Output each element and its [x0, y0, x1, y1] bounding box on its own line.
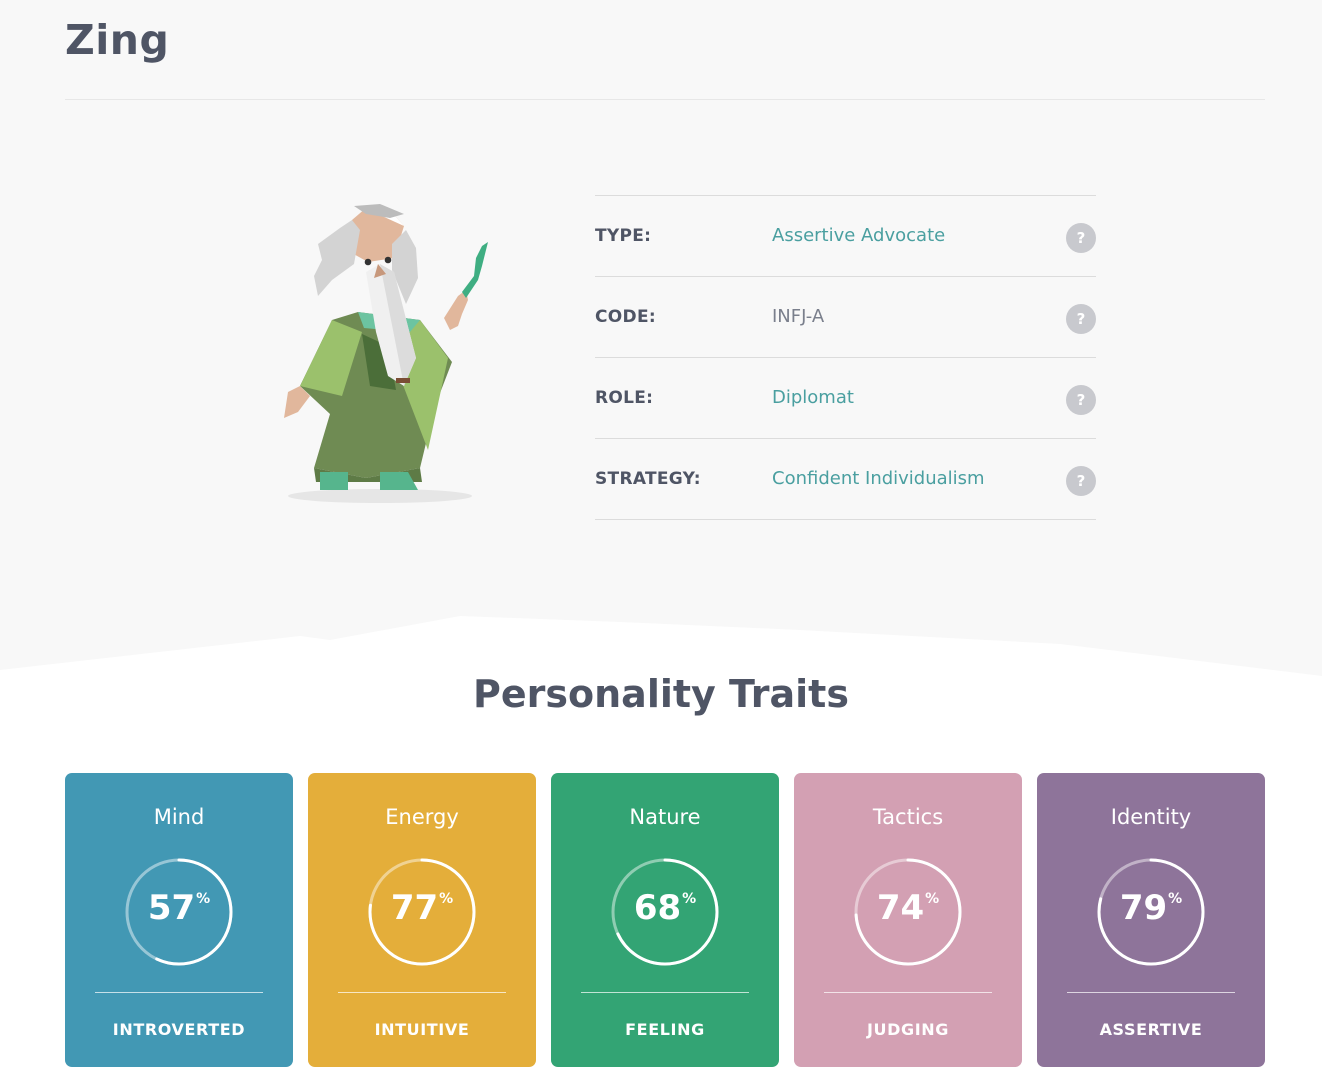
header-divider [65, 99, 1265, 100]
card-divider [95, 992, 263, 993]
percent-sign: % [1168, 890, 1183, 907]
trait-percent-value: 79% [1037, 888, 1265, 928]
percent-number: 68 [633, 888, 682, 928]
percent-number: 57 [147, 888, 196, 928]
trait-card-category: Nature [629, 805, 701, 829]
percent-sign: % [196, 890, 211, 907]
percent-sign: % [925, 890, 940, 907]
type-label: TYPE: [595, 226, 652, 246]
trait-card-trait: FEELING [625, 1020, 705, 1039]
profile-name: Zing [65, 16, 170, 64]
trait-card-category: Identity [1110, 805, 1192, 829]
strategy-value-link[interactable]: Confident Individualism [772, 468, 985, 489]
section-wave-divider [0, 616, 1322, 680]
card-divider [581, 992, 749, 993]
help-icon[interactable]: ? [1066, 385, 1096, 415]
card-divider [1067, 992, 1235, 993]
info-row-type: TYPE: Assertive Advocate ? [595, 196, 1096, 277]
trait-percent-value: 68% [551, 888, 779, 928]
percent-sign: % [682, 890, 697, 907]
trait-card-energy[interactable]: Energy 77% INTUITIVE [308, 773, 536, 1067]
trait-card-mind[interactable]: Mind 57% INTROVERTED [65, 773, 293, 1067]
type-value-link[interactable]: Assertive Advocate [772, 225, 945, 246]
personality-info-table: TYPE: Assertive Advocate ? CODE: INFJ-A … [595, 195, 1096, 520]
help-icon[interactable]: ? [1066, 304, 1096, 334]
trait-card-nature[interactable]: Nature 68% FEELING [551, 773, 779, 1067]
role-label: ROLE: [595, 388, 654, 408]
trait-card-trait: JUDGING [866, 1020, 950, 1039]
percent-number: 77 [390, 888, 439, 928]
trait-card-category: Energy [385, 805, 459, 829]
trait-card-trait: INTUITIVE [374, 1020, 470, 1039]
percent-number: 74 [876, 888, 925, 928]
trait-card-tactics[interactable]: Tactics 74% JUDGING [794, 773, 1022, 1067]
help-icon[interactable]: ? [1066, 223, 1096, 253]
trait-percent-value: 57% [65, 888, 293, 928]
role-value-link[interactable]: Diplomat [772, 387, 854, 408]
trait-card-trait: INTROVERTED [112, 1020, 246, 1039]
code-value: INFJ-A [772, 306, 825, 327]
traits-section-title: Personality Traits [473, 672, 849, 716]
info-row-code: CODE: INFJ-A ? [595, 277, 1096, 358]
card-divider [338, 992, 506, 993]
trait-percent-value: 74% [794, 888, 1022, 928]
strategy-label: STRATEGY: [595, 469, 701, 489]
trait-card-category: Tactics [872, 805, 944, 829]
info-row-role: ROLE: Diplomat ? [595, 358, 1096, 439]
trait-card-identity[interactable]: Identity 79% ASSERTIVE [1037, 773, 1265, 1067]
percent-sign: % [439, 890, 454, 907]
help-icon[interactable]: ? [1066, 466, 1096, 496]
code-label: CODE: [595, 307, 656, 327]
card-divider [824, 992, 992, 993]
advocate-avatar-illustration [284, 204, 488, 503]
trait-percent-value: 77% [308, 888, 536, 928]
trait-cards: Mind 57% INTROVERTED Energy 77% INTUITIV… [65, 773, 1265, 1067]
trait-card-trait: ASSERTIVE [1099, 1020, 1203, 1039]
percent-number: 79 [1119, 888, 1168, 928]
info-row-strategy: STRATEGY: Confident Individualism ? [595, 439, 1096, 520]
trait-card-category: Mind [153, 805, 205, 829]
